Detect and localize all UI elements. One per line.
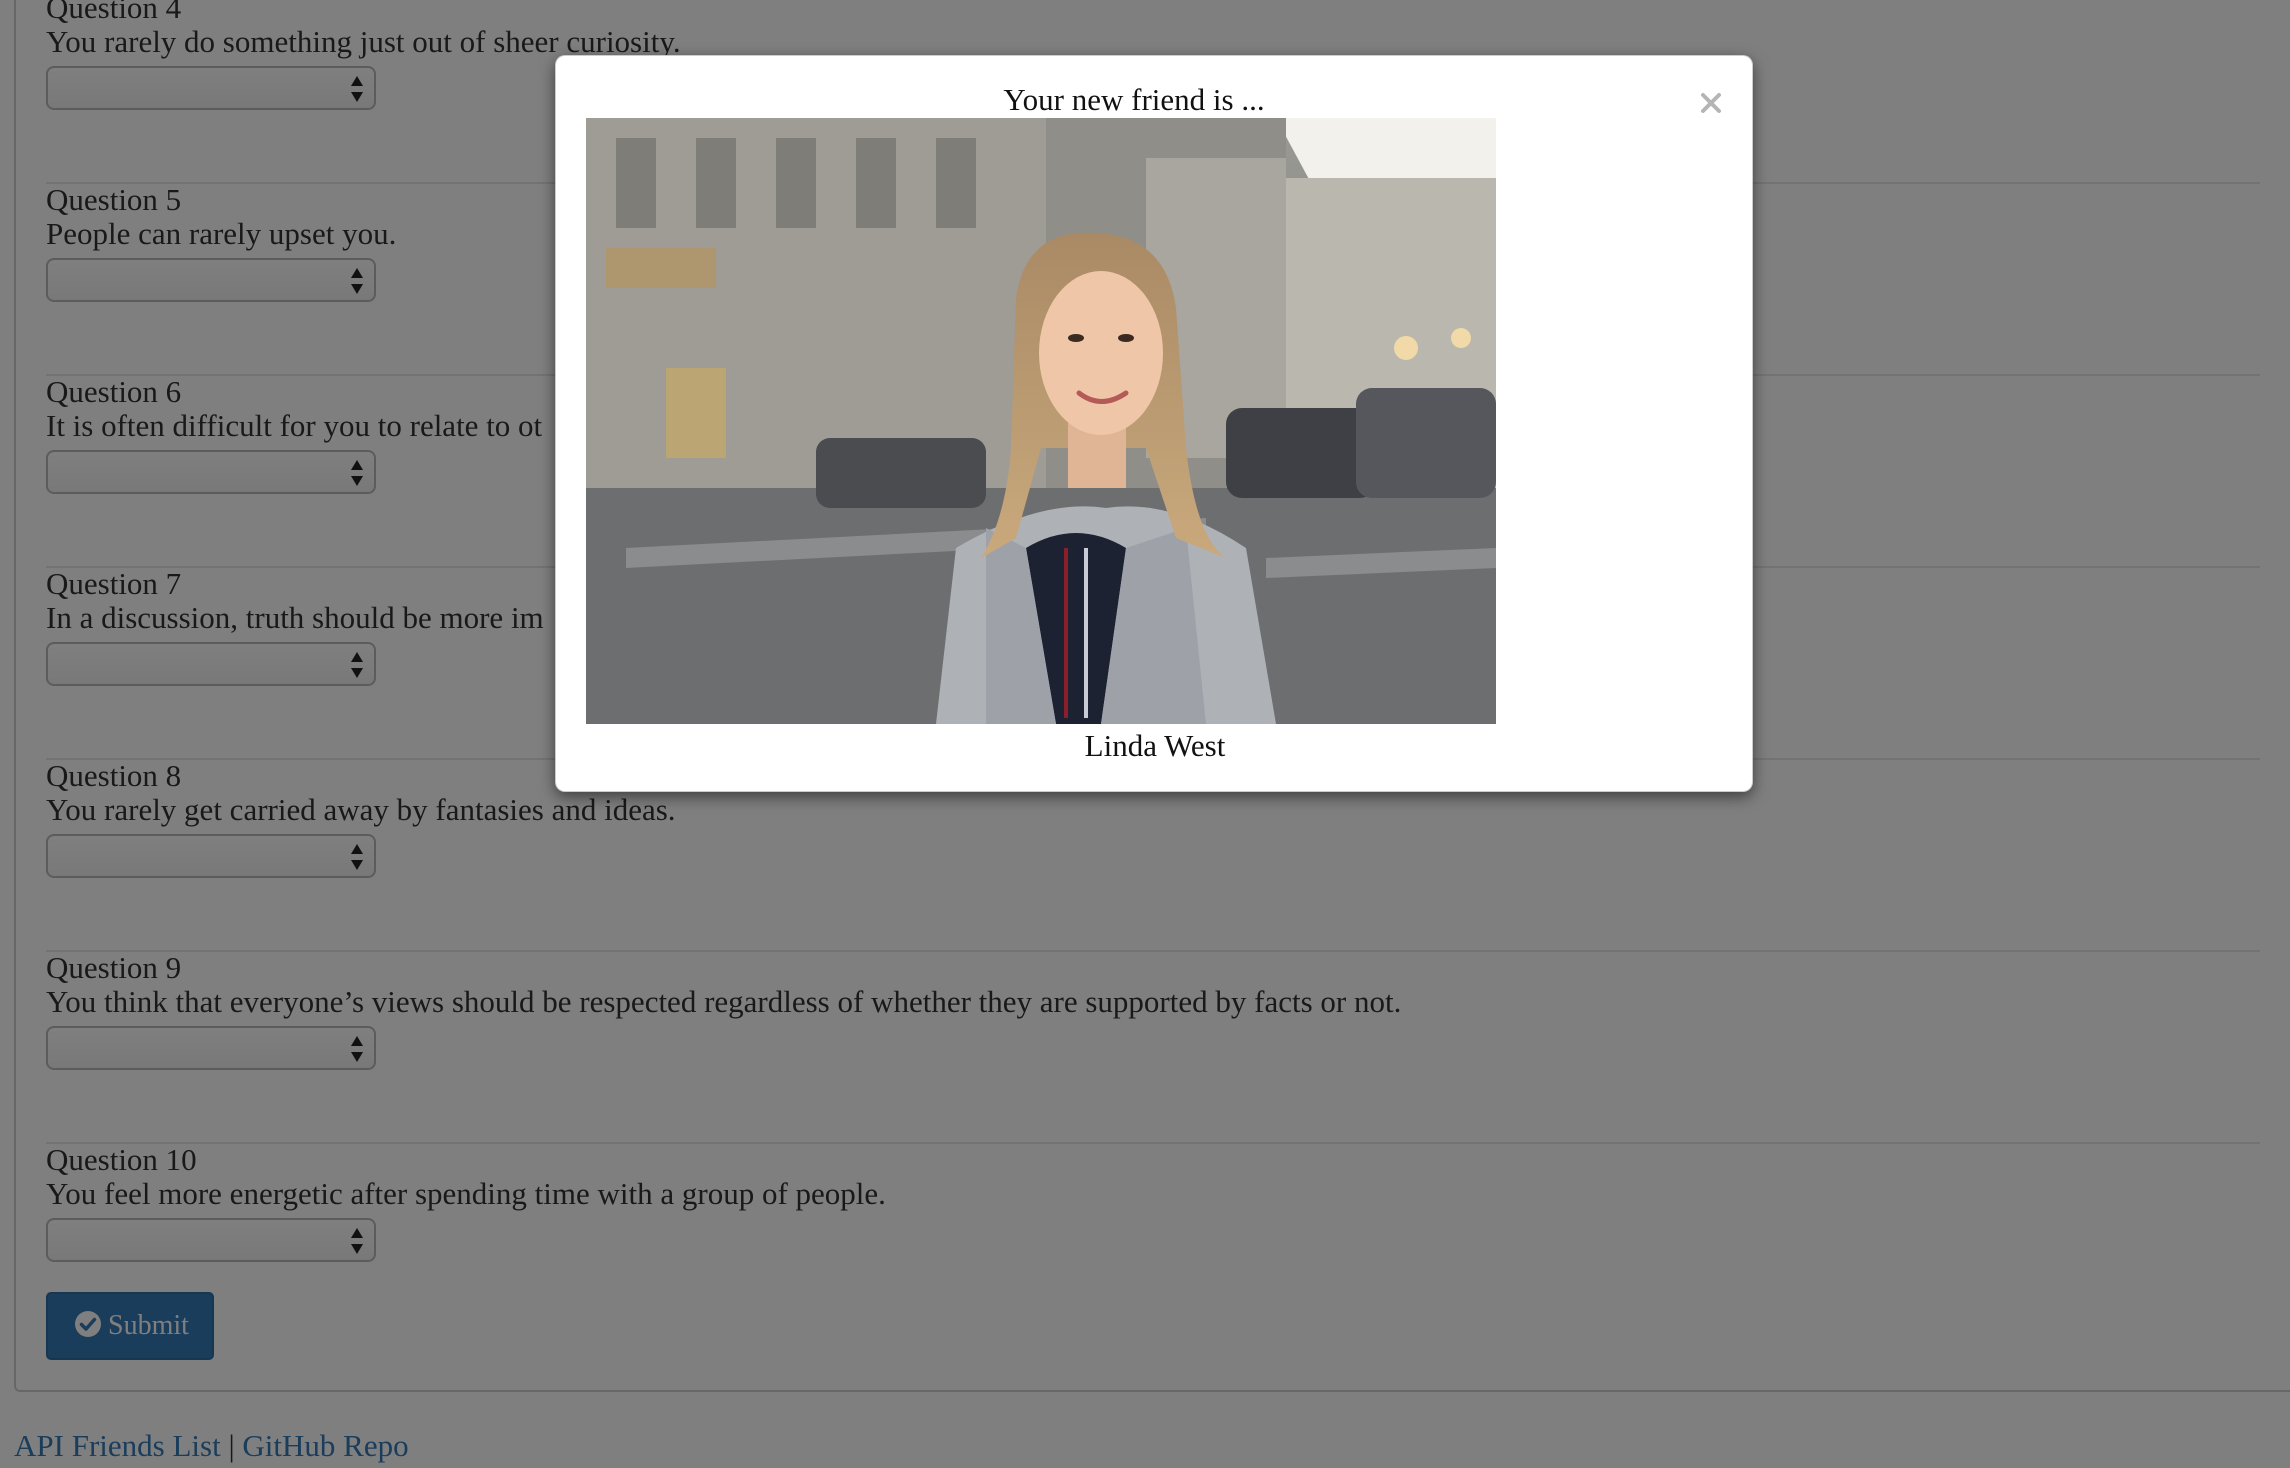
friend-photo: [586, 118, 1496, 724]
close-icon[interactable]: [1696, 88, 1726, 118]
friend-match-modal: Your new friend is ... Linda West: [555, 55, 1753, 792]
modal-title: Your new friend is ...: [1003, 82, 1265, 117]
friend-name: Linda West: [1084, 728, 1226, 763]
